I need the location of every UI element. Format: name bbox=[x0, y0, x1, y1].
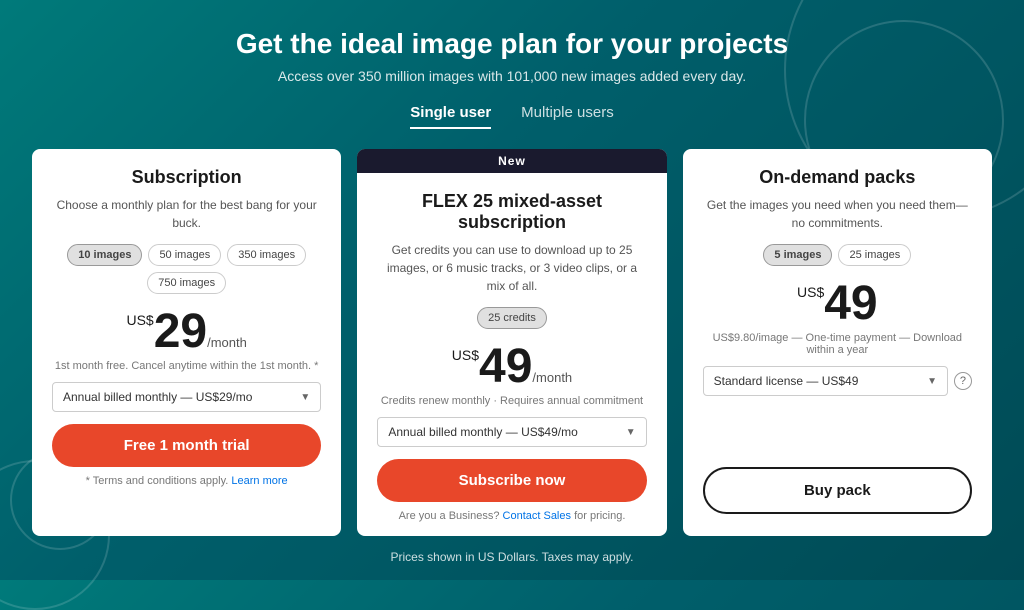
subscription-cta-button[interactable]: Free 1 month trial bbox=[52, 424, 321, 467]
subscription-learn-more-link[interactable]: Learn more bbox=[231, 475, 287, 487]
card-subscription: Subscription Choose a monthly plan for t… bbox=[32, 149, 341, 536]
option-50-images[interactable]: 50 images bbox=[148, 244, 221, 266]
card-flex: New FLEX 25 mixed-asset subscription Get… bbox=[357, 149, 666, 536]
option-25-images[interactable]: 25 images bbox=[838, 244, 911, 266]
footer-note: Prices shown in US Dollars. Taxes may ap… bbox=[391, 550, 634, 564]
ondemand-currency: US$ bbox=[797, 284, 824, 300]
flex-dropdown-label: Annual billed monthly — US$49/mo bbox=[388, 425, 577, 439]
ondemand-dropdown[interactable]: Standard license — US$49 ▼ bbox=[703, 366, 948, 396]
subscription-price-note: 1st month free. Cancel anytime within th… bbox=[55, 360, 319, 372]
option-350-images[interactable]: 350 images bbox=[227, 244, 306, 266]
flex-price-block: US$49/month bbox=[452, 343, 572, 391]
flex-amount: 49 bbox=[479, 340, 532, 393]
subscription-price-block: US$29/month bbox=[126, 308, 246, 356]
card-subscription-body: Subscription Choose a monthly plan for t… bbox=[32, 149, 341, 536]
ondemand-cta-button[interactable]: Buy pack bbox=[703, 467, 972, 514]
tab-multiple-users[interactable]: Multiple users bbox=[521, 104, 614, 129]
pricing-cards: Subscription Choose a monthly plan for t… bbox=[32, 149, 992, 536]
subscription-currency: US$ bbox=[126, 312, 153, 328]
option-10-images[interactable]: 10 images bbox=[67, 244, 142, 266]
subscription-dropdown[interactable]: Annual billed monthly — US$29/mo ▼ bbox=[52, 382, 321, 412]
tab-group: Single user Multiple users bbox=[410, 104, 613, 129]
subscription-period: /month bbox=[207, 335, 247, 350]
flex-badge: New bbox=[357, 149, 666, 173]
ondemand-amount: 49 bbox=[824, 277, 877, 330]
flex-title: FLEX 25 mixed-asset subscription bbox=[377, 191, 646, 233]
flex-price-note: Credits renew monthly · Requires annual … bbox=[381, 395, 643, 407]
option-25-credits[interactable]: 25 credits bbox=[477, 307, 547, 329]
subscription-amount: 29 bbox=[154, 305, 207, 358]
option-5-images[interactable]: 5 images bbox=[763, 244, 832, 266]
ondemand-options: 5 images 25 images bbox=[763, 244, 911, 266]
ondemand-price-note: US$9.80/image — One-time payment — Downl… bbox=[703, 332, 972, 356]
flex-cta-button[interactable]: Subscribe now bbox=[377, 459, 646, 502]
subscription-desc: Choose a monthly plan for the best bang … bbox=[52, 196, 321, 232]
card-ondemand: On-demand packs Get the images you need … bbox=[683, 149, 992, 536]
ondemand-dropdown-row: Standard license — US$49 ▼ ? bbox=[703, 366, 972, 396]
flex-desc: Get credits you can use to download up t… bbox=[377, 241, 646, 295]
ondemand-dropdown-arrow: ▼ bbox=[927, 376, 937, 387]
ondemand-help-icon[interactable]: ? bbox=[954, 372, 972, 390]
flex-currency: US$ bbox=[452, 347, 479, 363]
flex-business-text: Are you a Business? Contact Sales for pr… bbox=[399, 510, 626, 522]
subscription-dropdown-arrow: ▼ bbox=[300, 392, 310, 403]
flex-period: /month bbox=[532, 370, 572, 385]
card-ondemand-body: On-demand packs Get the images you need … bbox=[683, 149, 992, 536]
subscription-terms: * Terms and conditions apply. Learn more bbox=[86, 475, 288, 487]
ondemand-title: On-demand packs bbox=[759, 167, 915, 188]
subscription-terms-text: * Terms and conditions apply. bbox=[86, 475, 229, 487]
subscription-options: 10 images 50 images 350 images 750 image… bbox=[52, 244, 321, 294]
ondemand-desc: Get the images you need when you need th… bbox=[703, 196, 972, 232]
flex-contact-sales-link[interactable]: Contact Sales bbox=[503, 510, 571, 522]
flex-options: 25 credits bbox=[477, 307, 547, 329]
tab-single-user[interactable]: Single user bbox=[410, 104, 491, 129]
ondemand-price-block: US$49 bbox=[797, 280, 878, 328]
flex-business-suffix: for pricing. bbox=[574, 510, 625, 522]
flex-dropdown[interactable]: Annual billed monthly — US$49/mo ▼ bbox=[377, 417, 646, 447]
page-title: Get the ideal image plan for your projec… bbox=[236, 28, 788, 60]
ondemand-dropdown-label: Standard license — US$49 bbox=[714, 374, 859, 388]
flex-business-label: Are you a Business? bbox=[399, 510, 500, 522]
page-wrapper: Get the ideal image plan for your projec… bbox=[0, 0, 1024, 580]
card-flex-body: FLEX 25 mixed-asset subscription Get cre… bbox=[357, 173, 666, 536]
subscription-title: Subscription bbox=[132, 167, 242, 188]
page-subtitle: Access over 350 million images with 101,… bbox=[278, 68, 746, 84]
option-750-images[interactable]: 750 images bbox=[147, 272, 226, 294]
flex-dropdown-arrow: ▼ bbox=[626, 427, 636, 438]
subscription-dropdown-label: Annual billed monthly — US$29/mo bbox=[63, 390, 252, 404]
